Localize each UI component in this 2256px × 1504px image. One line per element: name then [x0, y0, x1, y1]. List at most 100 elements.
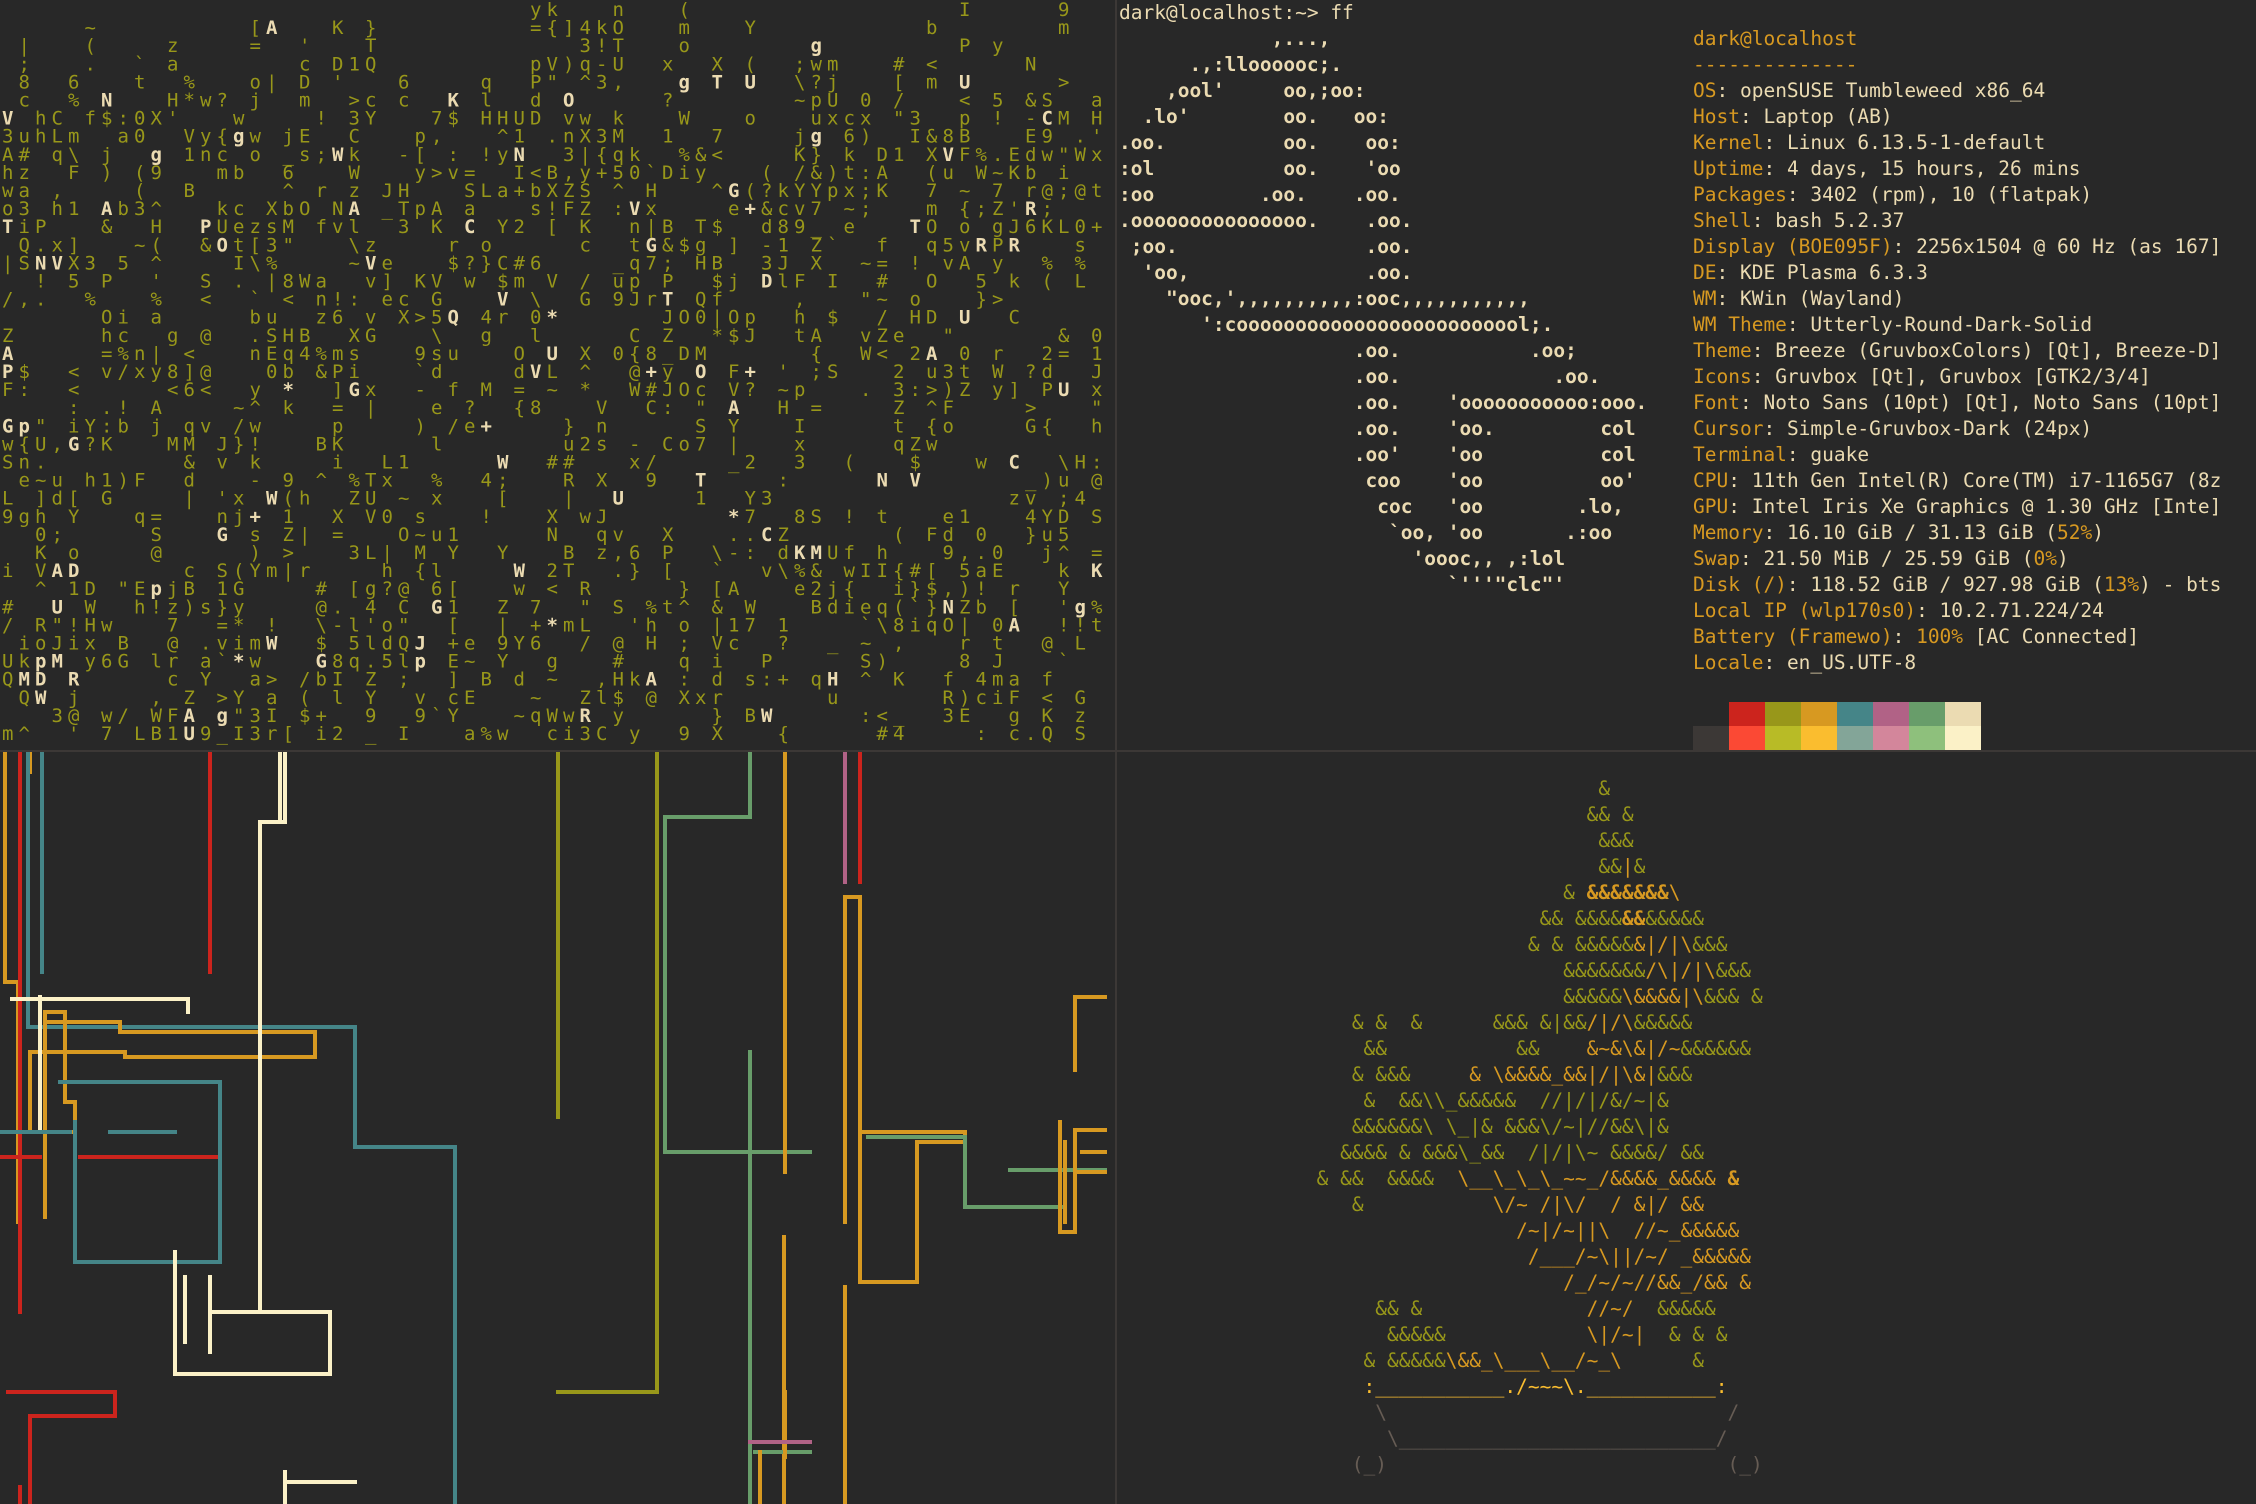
- matrix-char: 3: [52, 705, 63, 727]
- matrix-char: q: [811, 669, 822, 691]
- matrix-char: M: [167, 433, 178, 455]
- pipes-terminal-pane[interactable]: [0, 752, 1115, 1504]
- matrix-char: a: [464, 723, 475, 745]
- matrix-char: ,: [431, 126, 442, 148]
- matrix-char: ;: [811, 361, 822, 383]
- matrix-char: }: [233, 433, 244, 455]
- matrix-char: x: [382, 470, 393, 492]
- matrix-char: 2: [514, 216, 525, 238]
- matrix-char: J: [629, 289, 640, 311]
- matrix-char: 5: [118, 252, 129, 274]
- matrix-char: `: [431, 705, 442, 727]
- info-row: Terminal: guake: [1693, 443, 1870, 466]
- info-value: en_US.UTF-8: [1786, 651, 1917, 674]
- pane-divider-horizontal[interactable]: [0, 750, 2256, 752]
- matrix-char: -: [250, 470, 261, 492]
- matrix-char: }: [481, 252, 492, 274]
- fastfetch-terminal-pane[interactable]: dark@localhost:~> ff ,..., .,:lloooooc;.…: [1117, 0, 2256, 750]
- matrix-char: .: [1025, 723, 1036, 745]
- matrix-char: S: [1091, 506, 1102, 528]
- matrix-char: :: [662, 397, 673, 419]
- matrix-char: !: [481, 506, 492, 528]
- matrix-char: X: [596, 470, 608, 492]
- matrix-char: +: [481, 415, 492, 437]
- matrix-char: :: [860, 705, 871, 727]
- info-key: CPU: [1693, 469, 1729, 492]
- matrix-char: 3: [250, 723, 261, 745]
- info-value: Utterly-Round-Dark-Solid: [1810, 313, 2093, 336]
- matrix-char: 7: [646, 252, 657, 274]
- matrix-char: >: [992, 289, 1003, 311]
- matrix-char: w: [101, 614, 113, 636]
- matrix-char: Y: [365, 108, 377, 130]
- matrix-char: S: [2, 452, 13, 474]
- matrix-char: K: [101, 433, 113, 455]
- info-key: Kernel: [1693, 131, 1764, 154]
- matrix-char: X: [712, 723, 724, 745]
- info-value: guake: [1810, 443, 1870, 466]
- matrix-char: x: [134, 361, 145, 383]
- matrix-char: y: [497, 144, 508, 166]
- info-key: Disk (/): [1693, 573, 1787, 596]
- matrix-char: Z: [349, 488, 360, 510]
- matrix-char: 9: [943, 542, 954, 564]
- logo-line: .oo. .oo.: [1119, 365, 1601, 388]
- matrix-char: ~: [860, 252, 871, 274]
- matrix-char: *: [547, 307, 558, 329]
- matrix-char: u: [943, 162, 954, 184]
- matrix-char: ;: [52, 524, 63, 546]
- matrix-char: v: [943, 252, 954, 274]
- matrix-char: |: [299, 524, 310, 546]
- matrix-char: G: [349, 379, 360, 401]
- bonsai-pot: \ /: [1117, 1401, 1740, 1424]
- bonsai-terminal-pane[interactable]: & && & &&& &&|& & &&&&&&&\ && &&&&&&&&&&…: [1117, 752, 2256, 1504]
- matrix-char: n: [250, 343, 261, 365]
- matrix-char: l: [151, 651, 162, 673]
- info-key: Swap: [1693, 547, 1740, 570]
- matrix-char: 4: [893, 723, 904, 745]
- pane-divider-vertical[interactable]: [1115, 0, 1117, 1504]
- matrix-char: *: [233, 651, 244, 673]
- palette-swatch: [1693, 726, 1729, 750]
- info-value: 118.52 GiB / 927.98 GiB (: [1810, 573, 2104, 596]
- matrix-char: m: [266, 560, 277, 582]
- matrix-char: e: [19, 470, 30, 492]
- matrix-char: i: [332, 452, 343, 474]
- info-value: 11th Gen Intel(R) Core(TM) i7-1165G7 (8z: [1751, 469, 2222, 492]
- bonsai-row: & &&\\_&&&&& //|/|/&/~|&: [1363, 1089, 1669, 1112]
- matrix-char: 8: [530, 397, 541, 419]
- matrix-char: _: [382, 198, 394, 220]
- matrix-char: Y: [745, 17, 757, 39]
- info-key: Theme: [1693, 339, 1752, 362]
- matrix-char: c: [398, 90, 409, 112]
- matrix-char: a: [151, 307, 162, 329]
- matrix-char: H: [646, 633, 657, 655]
- logo-line: ,...,: [1119, 27, 1331, 50]
- matrix-terminal-pane[interactable]: V 3 Ah w o T | / Z A P F Gw S L 9 i # / U Qm |; 8 c u # z a 3 i Q S, $: p…: [0, 0, 1115, 750]
- pipes-animation: [0, 752, 1107, 1504]
- matrix-char: 5: [382, 651, 393, 673]
- matrix-char: {: [778, 723, 789, 745]
- bonsai-row: && &&&&&&&&&&&: [1539, 907, 1705, 930]
- matrix-char: [: [497, 488, 508, 510]
- matrix-char: b: [926, 17, 937, 39]
- matrix-char: /: [118, 361, 129, 383]
- matrix-char: X: [679, 687, 691, 709]
- matrix-char: U: [959, 307, 970, 329]
- matrix-char: T: [712, 71, 723, 93]
- info-tail: [AC Connected]: [1963, 625, 2140, 648]
- matrix-char: K: [893, 669, 905, 691]
- matrix-char: %: [481, 723, 493, 745]
- matrix-char: ): [118, 470, 129, 492]
- matrix-char: H: [778, 397, 789, 419]
- matrix-char: g: [233, 126, 244, 148]
- matrix-char: -: [398, 144, 409, 166]
- matrix-char: <: [547, 578, 558, 600]
- matrix-char: x: [431, 488, 442, 510]
- matrix-char: 1: [695, 488, 706, 510]
- info-row: DE: KDE Plasma 6.3.3: [1693, 261, 1928, 284]
- matrix-char: 6: [101, 651, 112, 673]
- matrix-char: Y: [250, 560, 262, 582]
- pipe-segment: [0, 1080, 222, 1159]
- matrix-char: W: [332, 144, 344, 166]
